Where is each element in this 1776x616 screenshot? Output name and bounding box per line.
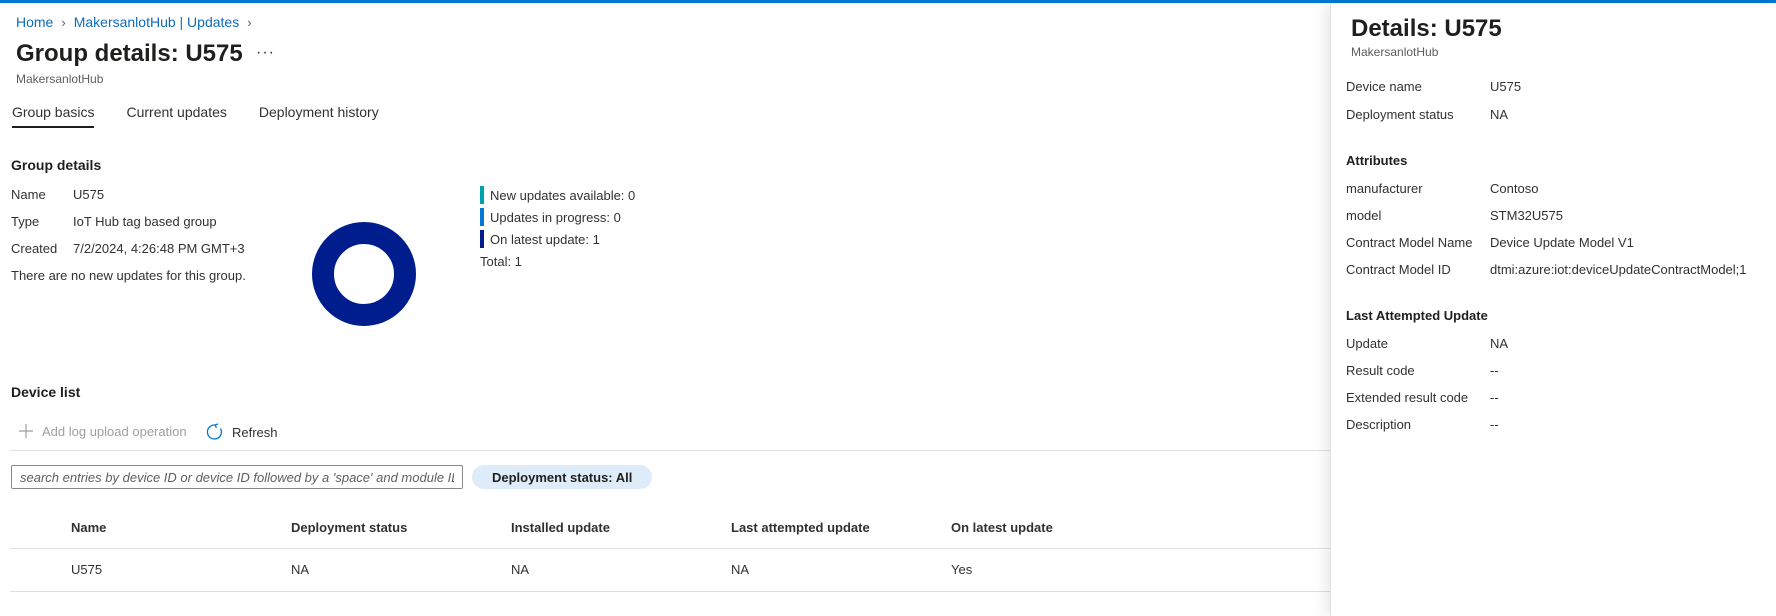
deployment-status-filter[interactable]: Deployment status: All (472, 465, 653, 489)
add-log-upload-label: Add log upload operation (42, 423, 187, 439)
attr-contract-model-id-label: Contract Model ID (1346, 262, 1451, 277)
table-header-divider (10, 548, 1330, 549)
legend-new-updates: New updates available: 0 (480, 186, 635, 204)
extended-result-code-value: -- (1490, 390, 1499, 405)
group-type-value: IoT Hub tag based group (73, 214, 217, 229)
extended-result-code-label: Extended result code (1346, 390, 1469, 405)
refresh-icon (206, 423, 223, 440)
device-name-label: Device name (1346, 79, 1422, 94)
group-details-heading: Group details (11, 157, 102, 173)
last-attempted-update-heading: Last Attempted Update (1346, 308, 1488, 323)
column-header-on-latest-update[interactable]: On latest update (951, 520, 1053, 535)
legend-label: New updates available: 0 (490, 187, 636, 203)
update-value: NA (1490, 336, 1509, 351)
legend-label: On latest update: 1 (490, 231, 600, 247)
column-header-deployment-status[interactable]: Deployment status (291, 520, 407, 535)
legend-swatch (480, 230, 484, 248)
group-created-value: 7/2/2024, 4:26:48 PM GMT+3 (73, 241, 245, 256)
attr-contract-model-name-value: Device Update Model V1 (1490, 235, 1634, 250)
chevron-right-icon: › (61, 14, 66, 30)
device-details-panel: Details: U575 MakersanlotHub Device name… (1330, 3, 1776, 616)
cell-on-latest-update: Yes (951, 562, 973, 577)
attr-manufacturer-value: Contoso (1490, 181, 1539, 196)
breadcrumb: Home › MakersanlotHub | Updates › (16, 14, 252, 30)
attr-model-label: model (1346, 208, 1382, 223)
cell-last-attempted-update: NA (731, 562, 750, 577)
description-value: -- (1490, 417, 1499, 432)
device-name-link[interactable]: U575 (1490, 79, 1521, 94)
group-name-value: U575 (73, 187, 105, 202)
device-link-u575[interactable]: U575 (71, 562, 102, 577)
cell-installed-update: NA (511, 562, 530, 577)
attr-manufacturer-label: manufacturer (1346, 181, 1423, 196)
attr-model-value: STM32U575 (1490, 208, 1563, 223)
legend-label: Updates in progress: 0 (490, 209, 621, 225)
legend-swatch (480, 186, 484, 204)
description-label: Description (1346, 417, 1412, 432)
attributes-heading: Attributes (1346, 153, 1408, 168)
cell-deployment-status: NA (291, 562, 310, 577)
refresh-button[interactable]: Refresh (206, 423, 278, 441)
tab-deployment-history[interactable]: Deployment history (259, 104, 379, 128)
tab-list: Group basics Current updates Deployment … (12, 104, 411, 128)
page-title: Group details: U575 (16, 40, 243, 67)
donut-segment-on-latest (312, 222, 416, 326)
group-type-label: Type (11, 214, 40, 229)
device-list-heading: Device list (11, 384, 81, 400)
breadcrumb-hub-updates[interactable]: MakersanlotHub | Updates (74, 14, 240, 30)
no-updates-message: There are no new updates for this group. (11, 268, 246, 283)
donut-total: Total: 1 (480, 254, 522, 269)
refresh-label: Refresh (232, 424, 278, 440)
column-header-last-attempted-update[interactable]: Last attempted update (731, 520, 870, 535)
toolbar-divider (10, 450, 1330, 451)
add-log-upload-button[interactable]: Add log upload operation (18, 423, 187, 439)
deployment-status-label: Deployment status (1346, 107, 1454, 122)
breadcrumb-home[interactable]: Home (16, 14, 53, 30)
tab-group-basics[interactable]: Group basics (12, 104, 95, 128)
tab-current-updates[interactable]: Current updates (126, 104, 226, 128)
update-status-donut-chart (312, 222, 416, 326)
legend-swatch (480, 208, 484, 226)
panel-subtitle: MakersanlotHub (1351, 45, 1439, 59)
group-created-label: Created (11, 241, 58, 256)
result-code-value: -- (1490, 363, 1499, 378)
group-name-label: Name (11, 187, 46, 202)
more-options-button[interactable]: ··· (256, 44, 275, 62)
legend-on-latest: On latest update: 1 (480, 230, 600, 248)
attr-contract-model-id-value: dtmi:azure:iot:deviceUpdateContractModel… (1490, 262, 1747, 277)
result-code-label: Result code (1346, 363, 1415, 378)
chevron-right-icon: › (247, 14, 252, 30)
plus-icon (19, 424, 33, 438)
deployment-status-value: NA (1490, 107, 1509, 122)
legend-in-progress: Updates in progress: 0 (480, 208, 621, 226)
device-search-input[interactable] (11, 465, 463, 489)
panel-title: Details: U575 (1351, 15, 1502, 42)
update-label: Update (1346, 336, 1388, 351)
table-row-divider (10, 591, 1330, 592)
column-header-installed-update[interactable]: Installed update (511, 520, 610, 535)
column-header-name[interactable]: Name (71, 520, 106, 535)
attr-contract-model-name-label: Contract Model Name (1346, 235, 1473, 250)
page-subtitle: MakersanlotHub (16, 72, 104, 86)
